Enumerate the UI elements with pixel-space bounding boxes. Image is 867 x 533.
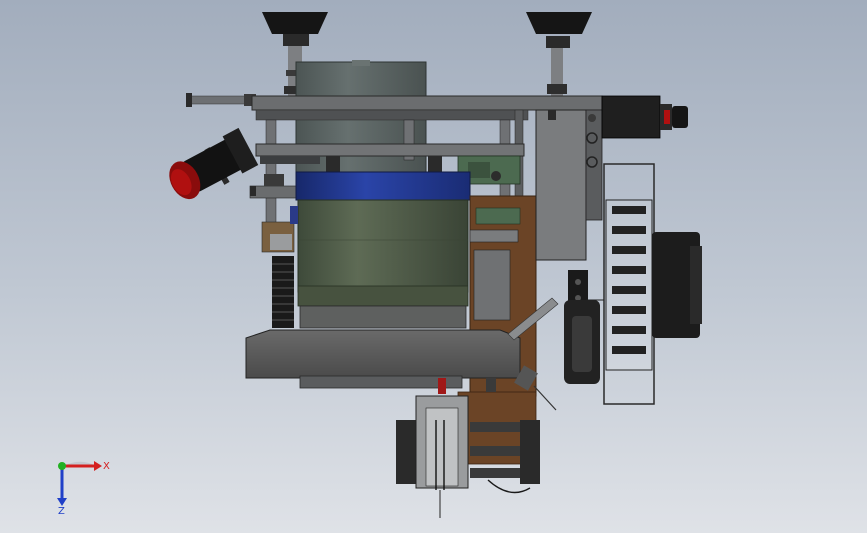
top-frame-plate [251,95,603,111]
brush-spring [272,256,294,328]
base-block [245,329,521,379]
right-clamp-knob [526,12,592,96]
x-axis-label: X [103,461,110,472]
assembly-drawing[interactable]: X Z [0,0,867,533]
main-cylinder [297,199,469,293]
blue-clamp-band [295,171,471,201]
z-axis-label: Z [58,506,65,517]
right-side-plate [535,109,587,261]
cad-viewport[interactable]: X Z [0,0,867,533]
axis-triad: X Z [57,461,110,517]
top-right-actuator [601,95,688,139]
middle-frame-plate [255,143,525,157]
camera-light-unit [169,127,259,200]
needle-feeder [396,391,540,518]
drum-cap [352,60,370,66]
side-clamp [564,270,604,384]
right-motor [603,163,702,405]
